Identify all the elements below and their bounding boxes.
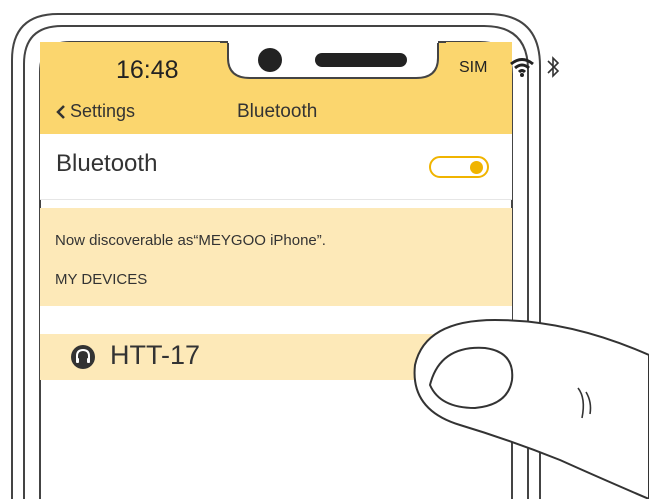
- camera-icon: [258, 48, 282, 72]
- discoverable-text: Now discoverable as“MEYGOO iPhone”.: [55, 232, 326, 249]
- device-name: HTT-17: [110, 340, 201, 370]
- page-title: Bluetooth: [237, 101, 318, 122]
- finger-illustration: [413, 318, 649, 499]
- wifi-icon: [510, 58, 534, 77]
- camera-notch: [220, 28, 446, 79]
- bluetooth-label: Bluetooth: [56, 150, 158, 177]
- bluetooth-setting-row: Bluetooth: [40, 134, 512, 200]
- my-devices-header: MY DEVICES: [55, 271, 148, 288]
- toggle-knob: [470, 161, 483, 174]
- carrier-label: SIM: [459, 59, 488, 76]
- speaker-grill-icon: [315, 53, 407, 67]
- status-time: 16:48: [116, 56, 179, 84]
- discoverable-info: Now discoverable as“MEYGOO iPhone”. MY D…: [40, 208, 512, 306]
- back-button-label: Settings: [70, 101, 136, 121]
- navigation-bar: Settings Bluetooth: [40, 94, 512, 134]
- back-button[interactable]: Settings: [56, 101, 135, 122]
- chevron-left-icon: [56, 104, 65, 119]
- bluetooth-icon: [547, 56, 560, 78]
- headphones-icon: [71, 345, 95, 369]
- bluetooth-toggle[interactable]: [429, 156, 489, 178]
